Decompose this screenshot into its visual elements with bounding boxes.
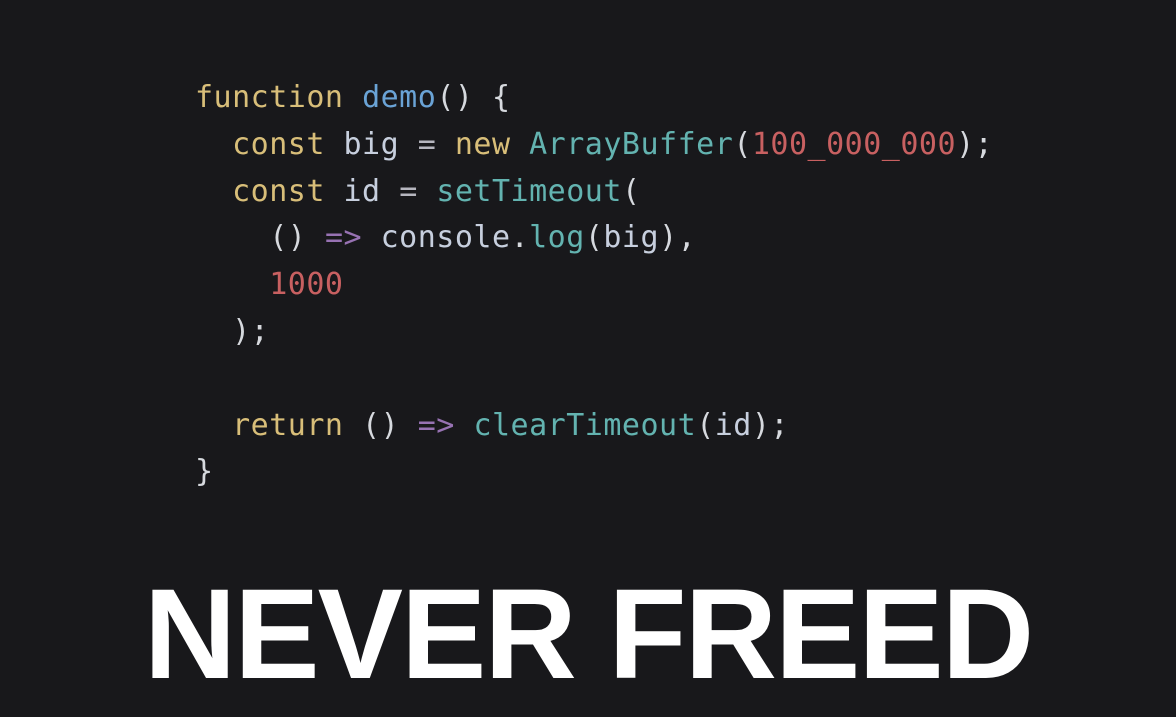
code-token — [195, 408, 232, 443]
code-token: console — [381, 220, 511, 255]
code-token: ( — [696, 408, 715, 443]
code-token — [344, 80, 363, 115]
code-token: setTimeout — [436, 174, 622, 209]
code-token: log — [529, 220, 585, 255]
code-token: ArrayBuffer — [529, 127, 733, 162]
code-token — [418, 174, 437, 209]
code-token: id — [715, 408, 752, 443]
code-token — [195, 174, 232, 209]
code-line: () => console.log(big), — [195, 220, 696, 255]
code-token: ); — [752, 408, 789, 443]
code-line: 1000 — [195, 267, 344, 302]
code-snippet: function demo() { const big = new ArrayB… — [195, 75, 993, 496]
code-token: ); — [195, 314, 269, 349]
code-token: => — [325, 220, 362, 255]
code-line: ); — [195, 314, 269, 349]
code-token: return — [232, 408, 343, 443]
code-token — [195, 267, 269, 302]
code-token: const — [232, 127, 325, 162]
code-token: big — [603, 220, 659, 255]
code-line: function demo() { — [195, 80, 511, 115]
code-token: ( — [622, 174, 641, 209]
code-token: id — [344, 174, 381, 209]
code-token — [511, 127, 530, 162]
code-token: big — [344, 127, 400, 162]
code-token: demo — [362, 80, 436, 115]
code-token: const — [232, 174, 325, 209]
code-token — [325, 174, 344, 209]
code-token: () — [344, 408, 418, 443]
code-token — [399, 127, 418, 162]
caption-text: NEVER FREED — [0, 571, 1176, 699]
code-token: = — [399, 174, 418, 209]
code-token — [195, 127, 232, 162]
code-token: ), — [659, 220, 696, 255]
code-token: 100_000_000 — [752, 127, 956, 162]
code-token — [362, 220, 381, 255]
code-token: () — [195, 220, 325, 255]
code-token: => — [418, 408, 455, 443]
code-token: = — [418, 127, 437, 162]
code-token — [455, 408, 474, 443]
code-line: const big = new ArrayBuffer(100_000_000)… — [195, 127, 993, 162]
code-token: () { — [436, 80, 510, 115]
code-token: } — [195, 454, 214, 489]
code-token: clearTimeout — [473, 408, 696, 443]
code-token: 1000 — [269, 267, 343, 302]
code-line: } — [195, 454, 214, 489]
code-token: ); — [956, 127, 993, 162]
code-token: ( — [585, 220, 604, 255]
code-token — [436, 127, 455, 162]
code-token — [325, 127, 344, 162]
code-token: . — [511, 220, 530, 255]
code-line: const id = setTimeout( — [195, 174, 641, 209]
code-token: new — [455, 127, 511, 162]
code-token — [381, 174, 400, 209]
code-token: function — [195, 80, 344, 115]
code-line: return () => clearTimeout(id); — [195, 408, 789, 443]
code-token: ( — [733, 127, 752, 162]
